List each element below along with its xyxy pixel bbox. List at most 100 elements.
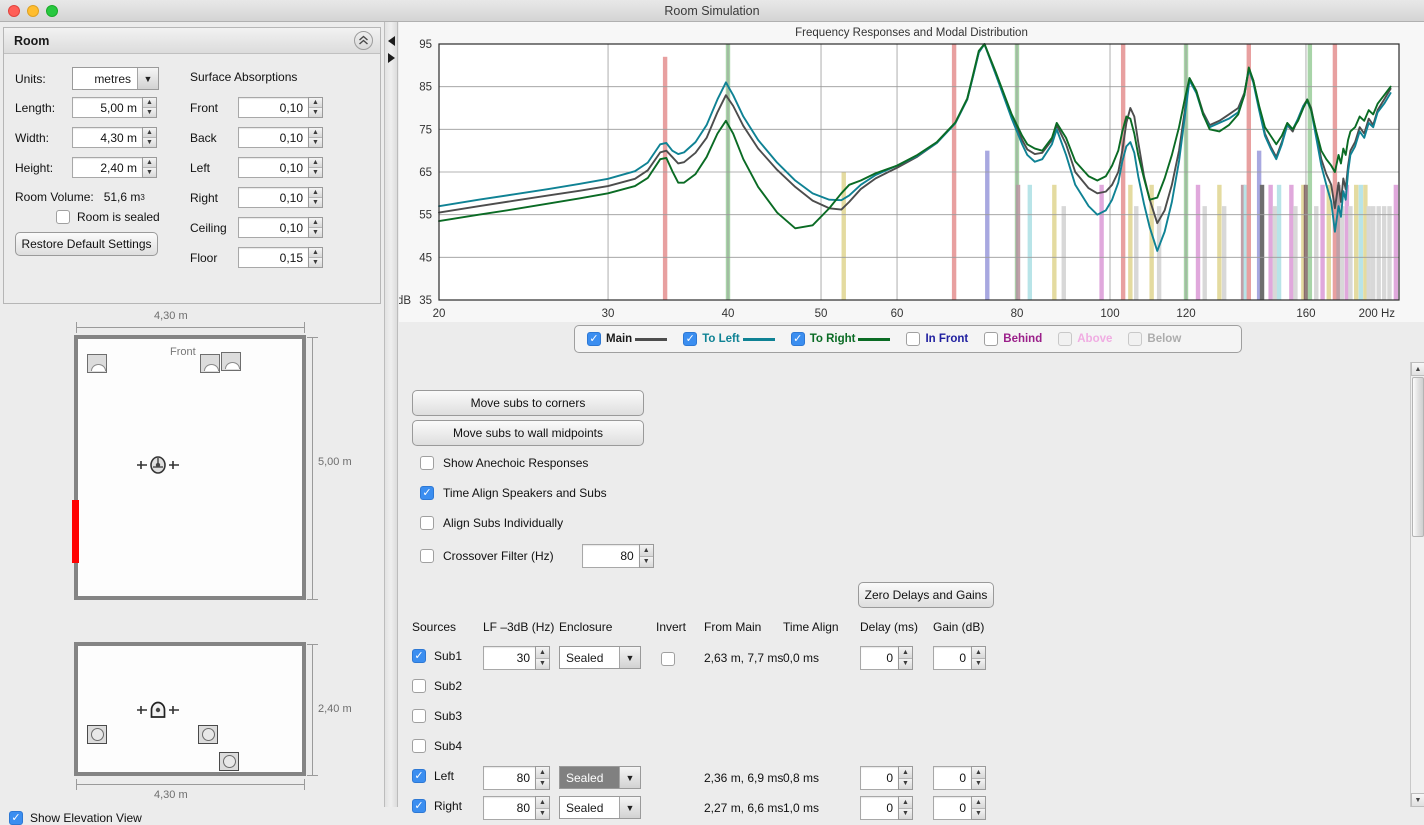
source-toggle-left[interactable]: Left bbox=[412, 769, 454, 783]
length-input[interactable]: 5,00 m bbox=[72, 97, 142, 118]
controls-scrollbar[interactable]: ▲ ▼ bbox=[1410, 362, 1424, 807]
delay-stepper-left[interactable]: 0▲▼ bbox=[860, 766, 913, 790]
time-align-checkbox[interactable] bbox=[420, 486, 434, 500]
length-stepper[interactable]: 5,00 m ▲▼ bbox=[72, 97, 157, 118]
triangle-down-icon[interactable]: ▼ bbox=[309, 168, 322, 177]
source-toggle-sub2[interactable]: Sub2 bbox=[412, 679, 462, 693]
enclosure-select-right[interactable]: Sealed▼ bbox=[559, 796, 641, 819]
absorption-spin-buttons[interactable]: ▲▼ bbox=[308, 127, 323, 148]
absorption-spin-buttons[interactable]: ▲▼ bbox=[308, 247, 323, 268]
gain-spin-buttons[interactable]: ▲▼ bbox=[971, 646, 986, 670]
absorption-input-back[interactable]: 0,10 bbox=[238, 127, 308, 148]
invert-checkbox-sub1[interactable] bbox=[661, 652, 675, 666]
crossover-spin-buttons[interactable]: ▲▼ bbox=[639, 544, 654, 568]
triangle-up-icon[interactable]: ▲ bbox=[143, 128, 156, 138]
triangle-down-icon[interactable]: ▼ bbox=[640, 557, 653, 568]
time-align-row[interactable]: Time Align Speakers and Subs bbox=[420, 486, 607, 500]
triangle-up-icon[interactable]: ▲ bbox=[899, 647, 912, 659]
elev-listening-position[interactable] bbox=[135, 698, 181, 727]
show-elevation-view-checkbox[interactable] bbox=[9, 811, 23, 825]
absorption-spin-buttons[interactable]: ▲▼ bbox=[308, 187, 323, 208]
gain-input-sub1[interactable]: 0 bbox=[933, 646, 971, 670]
triangle-up-icon[interactable]: ▲ bbox=[309, 158, 322, 168]
gain-stepper-right[interactable]: 0▲▼ bbox=[933, 796, 986, 820]
height-spin-buttons[interactable]: ▲▼ bbox=[142, 157, 157, 178]
triangle-up-icon[interactable]: ▲ bbox=[309, 98, 322, 108]
elev-sub1[interactable] bbox=[219, 752, 239, 771]
length-spin-buttons[interactable]: ▲▼ bbox=[142, 97, 157, 118]
minimize-window-button[interactable] bbox=[27, 5, 39, 17]
align-subs-individually-row[interactable]: Align Subs Individually bbox=[420, 516, 563, 530]
gain-spin-buttons[interactable]: ▲▼ bbox=[971, 796, 986, 820]
triangle-up-icon[interactable]: ▲ bbox=[536, 767, 549, 779]
gain-spin-buttons[interactable]: ▲▼ bbox=[971, 766, 986, 790]
lf-spin-buttons[interactable]: ▲▼ bbox=[535, 646, 550, 670]
source-toggle-sub1[interactable]: Sub1 bbox=[412, 649, 462, 663]
absorption-input-ceiling[interactable]: 0,10 bbox=[238, 217, 308, 238]
delay-spin-buttons[interactable]: ▲▼ bbox=[898, 646, 913, 670]
table-row[interactable]: Sub2 bbox=[399, 674, 1399, 704]
legend-item-behind[interactable]: Behind bbox=[984, 332, 1042, 346]
triangle-down-icon[interactable]: ▼ bbox=[309, 198, 322, 207]
source-checkbox-sub1[interactable] bbox=[412, 649, 426, 663]
source-checkbox-left[interactable] bbox=[412, 769, 426, 783]
plan-speaker-right[interactable] bbox=[200, 354, 220, 373]
plan-sub1[interactable] bbox=[221, 352, 241, 371]
zero-delays-and-gains-button[interactable]: Zero Delays and Gains bbox=[858, 582, 994, 608]
absorption-input-right[interactable]: 0,10 bbox=[238, 187, 308, 208]
source-checkbox-sub2[interactable] bbox=[412, 679, 426, 693]
absorption-stepper-floor[interactable]: 0,15▲▼ bbox=[238, 247, 323, 268]
source-checkbox-sub4[interactable] bbox=[412, 739, 426, 753]
close-window-button[interactable] bbox=[8, 5, 20, 17]
delay-stepper-sub1[interactable]: 0▲▼ bbox=[860, 646, 913, 670]
lf-stepper-left[interactable]: 80▲▼ bbox=[483, 766, 550, 790]
height-stepper[interactable]: 2,40 m ▲▼ bbox=[72, 157, 157, 178]
absorption-spin-buttons[interactable]: ▲▼ bbox=[308, 97, 323, 118]
room-plan-view[interactable]: 4,30 m 5,00 m Front bbox=[0, 310, 384, 620]
triangle-down-icon[interactable]: ▼ bbox=[899, 779, 912, 790]
crossover-filter-input[interactable]: 80 bbox=[582, 544, 639, 568]
triangle-down-icon[interactable]: ▼ bbox=[536, 809, 549, 820]
enclosure-select-left[interactable]: Sealed▼ bbox=[559, 766, 641, 789]
triangle-down-icon[interactable]: ▼ bbox=[309, 108, 322, 117]
gain-input-right[interactable]: 0 bbox=[933, 796, 971, 820]
absorption-stepper-left[interactable]: 0,10▲▼ bbox=[238, 157, 323, 178]
crossover-filter-stepper[interactable]: 80 ▲▼ bbox=[582, 544, 654, 568]
source-checkbox-sub3[interactable] bbox=[412, 709, 426, 723]
delay-spin-buttons[interactable]: ▲▼ bbox=[898, 796, 913, 820]
absorption-stepper-front[interactable]: 0,10▲▼ bbox=[238, 97, 323, 118]
absorption-spin-buttons[interactable]: ▲▼ bbox=[308, 157, 323, 178]
source-toggle-sub4[interactable]: Sub4 bbox=[412, 739, 462, 753]
gain-input-left[interactable]: 0 bbox=[933, 766, 971, 790]
table-row[interactable]: Sub3 bbox=[399, 704, 1399, 734]
source-toggle-right[interactable]: Right bbox=[412, 799, 462, 813]
delay-spin-buttons[interactable]: ▲▼ bbox=[898, 766, 913, 790]
table-row[interactable]: Sub130▲▼Sealed▼2,63 m, 7,7 ms0,0 ms0▲▼0▲… bbox=[399, 644, 1399, 674]
triangle-down-icon[interactable]: ▼ bbox=[972, 779, 985, 790]
legend-item-below[interactable]: Below bbox=[1128, 332, 1181, 346]
delay-input-left[interactable]: 0 bbox=[860, 766, 898, 790]
legend-checkbox-behind[interactable] bbox=[984, 332, 998, 346]
lf-stepper-right[interactable]: 80▲▼ bbox=[483, 796, 550, 820]
enclosure-select-sub1[interactable]: Sealed▼ bbox=[559, 646, 641, 669]
triangle-up-icon[interactable]: ▲ bbox=[972, 767, 985, 779]
plan-listening-position[interactable] bbox=[135, 453, 181, 482]
legend-item-main[interactable]: Main bbox=[587, 332, 667, 346]
crossover-filter-row[interactable]: Crossover Filter (Hz) 80 ▲▼ bbox=[420, 544, 654, 568]
absorption-stepper-right[interactable]: 0,10▲▼ bbox=[238, 187, 323, 208]
absorption-input-floor[interactable]: 0,15 bbox=[238, 247, 308, 268]
show-anechoic-checkbox[interactable] bbox=[420, 456, 434, 470]
triangle-up-icon[interactable]: ▲ bbox=[309, 188, 322, 198]
triangle-left-icon[interactable] bbox=[388, 36, 395, 46]
triangle-down-icon[interactable]: ▼ bbox=[536, 779, 549, 790]
legend-checkbox-main[interactable] bbox=[587, 332, 601, 346]
legend-item-to-right[interactable]: To Right bbox=[791, 332, 891, 346]
legend-checkbox-to-right[interactable] bbox=[791, 332, 805, 346]
width-stepper[interactable]: 4,30 m ▲▼ bbox=[72, 127, 157, 148]
show-elevation-view-row[interactable]: Show Elevation View bbox=[9, 811, 142, 825]
triangle-up-icon[interactable]: ▲ bbox=[536, 647, 549, 659]
legend-item-to-left[interactable]: To Left bbox=[683, 332, 774, 346]
triangle-up-icon[interactable]: ▲ bbox=[309, 218, 322, 228]
absorption-stepper-ceiling[interactable]: 0,10▲▼ bbox=[238, 217, 323, 238]
triangle-down-icon[interactable]: ▼ bbox=[143, 168, 156, 177]
